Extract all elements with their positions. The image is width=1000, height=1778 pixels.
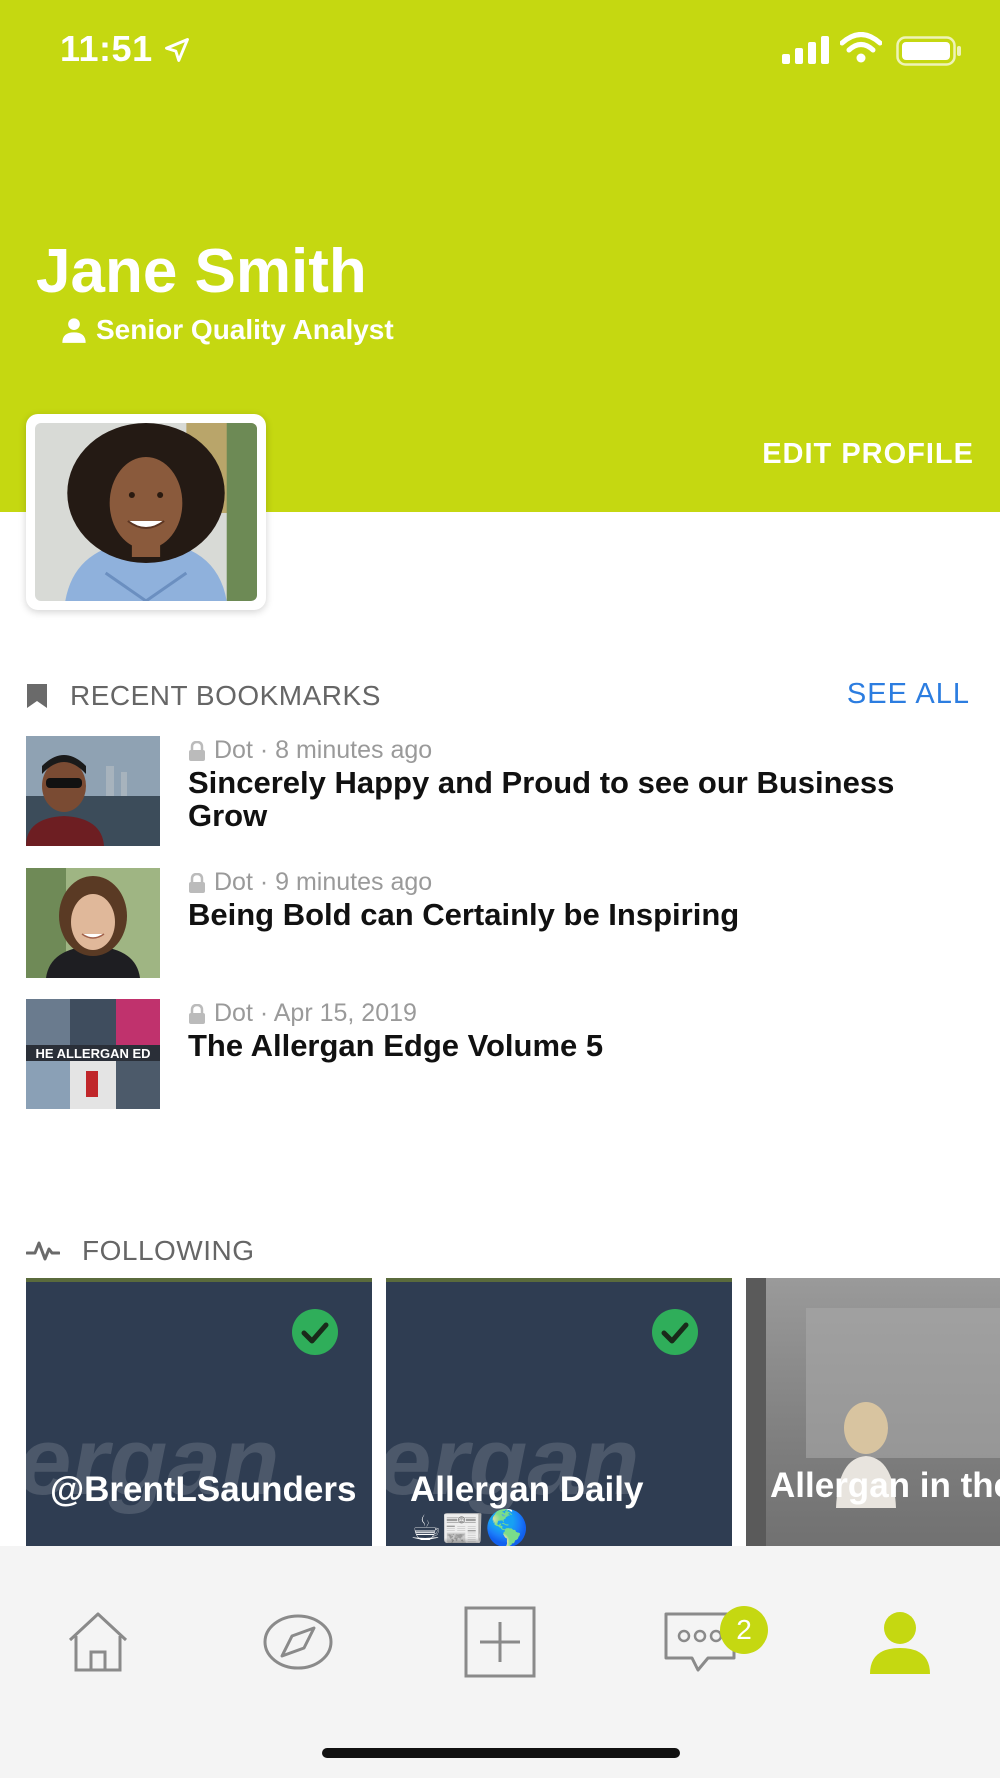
followed-check-icon	[292, 1309, 338, 1355]
lock-icon	[189, 872, 205, 893]
bookmark-title: Sincerely Happy and Proud to see our Bus…	[188, 765, 895, 834]
bookmarks-title: RECENT BOOKMARKS	[70, 680, 381, 711]
messages-badge: 2	[720, 1606, 768, 1654]
bookmark-meta: Dot · 9 minutes ago	[188, 868, 432, 897]
profile-name: Jane Smith	[36, 237, 367, 306]
bookmark-icon	[27, 684, 47, 708]
avatar[interactable]	[26, 414, 266, 610]
following-card[interactable]: ergan Allergan Daily ☕📰🌎	[386, 1278, 732, 1546]
bookmark-thumbnail	[26, 736, 160, 846]
bookmarks-header: RECENT BOOKMARKS	[26, 680, 381, 712]
bookmark-item[interactable]: Dot · 8 minutes ago Sincerely Happy and …	[26, 736, 976, 846]
tab-home[interactable]	[58, 1602, 138, 1682]
bookmark-thumbnail: HE ALLERGAN ED	[26, 999, 160, 1109]
lock-icon	[189, 1003, 205, 1024]
bookmark-title: Being Bold can Certainly be Inspiring	[188, 897, 740, 932]
card-title: @BrentLSaunders	[50, 1470, 357, 1509]
followed-check-icon	[652, 1309, 698, 1355]
person-icon	[62, 318, 86, 343]
home-indicator[interactable]	[322, 1748, 680, 1758]
wifi-icon	[840, 32, 882, 63]
bookmark-meta-text: Dot · 8 minutes ago	[214, 736, 433, 764]
add-post-icon	[464, 1606, 536, 1678]
card-title-text: Allergan in the Media	[770, 1466, 1000, 1505]
tab-explore[interactable]	[258, 1602, 338, 1682]
activity-pulse-icon	[26, 1241, 60, 1261]
cellular-signal-icon	[782, 36, 829, 64]
following-title: FOLLOWING	[82, 1235, 255, 1266]
bookmark-item[interactable]: HE ALLERGAN ED Dot · Apr 15, 2019 The Al…	[26, 999, 976, 1109]
profile-role-row: Senior Quality Analyst	[60, 314, 394, 346]
see-all-bookmarks-link[interactable]: SEE ALL	[847, 678, 970, 711]
compass-icon	[263, 1614, 333, 1670]
bookmark-meta-text: Dot · 9 minutes ago	[214, 868, 433, 896]
avatar-photo	[35, 423, 257, 601]
location-arrow-icon	[165, 38, 189, 62]
tab-profile[interactable]	[860, 1602, 940, 1682]
following-carousel[interactable]: ergan @BrentLSaunders ergan Allergan Dai…	[26, 1278, 1000, 1546]
tab-bar: 2	[0, 1546, 1000, 1778]
card-title: Allergan Daily ☕📰🌎	[410, 1470, 730, 1546]
bookmark-thumbnail	[26, 868, 160, 978]
bookmark-meta-text: Dot · Apr 15, 2019	[214, 999, 417, 1027]
following-card[interactable]: ergan @BrentLSaunders	[26, 1278, 372, 1546]
bookmark-item[interactable]: Dot · 9 minutes ago Being Bold can Certa…	[26, 868, 976, 978]
profile-role: Senior Quality Analyst	[96, 314, 394, 345]
bookmark-meta: Dot · 8 minutes ago	[188, 736, 432, 765]
edit-profile-button[interactable]: EDIT PROFILE	[762, 438, 974, 471]
card-title: Allergan in the Media 📰📺	[770, 1466, 1000, 1506]
home-icon	[68, 1612, 128, 1672]
lock-icon	[189, 740, 205, 761]
battery-icon	[896, 36, 961, 66]
bookmark-title: The Allergan Edge Volume 5	[188, 1028, 604, 1063]
following-header: FOLLOWING	[26, 1235, 255, 1267]
bookmark-meta: Dot · Apr 15, 2019	[188, 999, 417, 1028]
thumbnail-text: HE ALLERGAN ED	[35, 1046, 150, 1061]
tab-create[interactable]	[460, 1602, 540, 1682]
following-card[interactable]: Allergan in the Media 📰📺	[746, 1278, 1000, 1546]
card-title-text: Allergan Daily	[410, 1470, 644, 1509]
profile-icon	[870, 1612, 930, 1674]
card-title-emoji: ☕📰🌎	[410, 1509, 529, 1546]
status-time: 11:51	[60, 28, 153, 69]
